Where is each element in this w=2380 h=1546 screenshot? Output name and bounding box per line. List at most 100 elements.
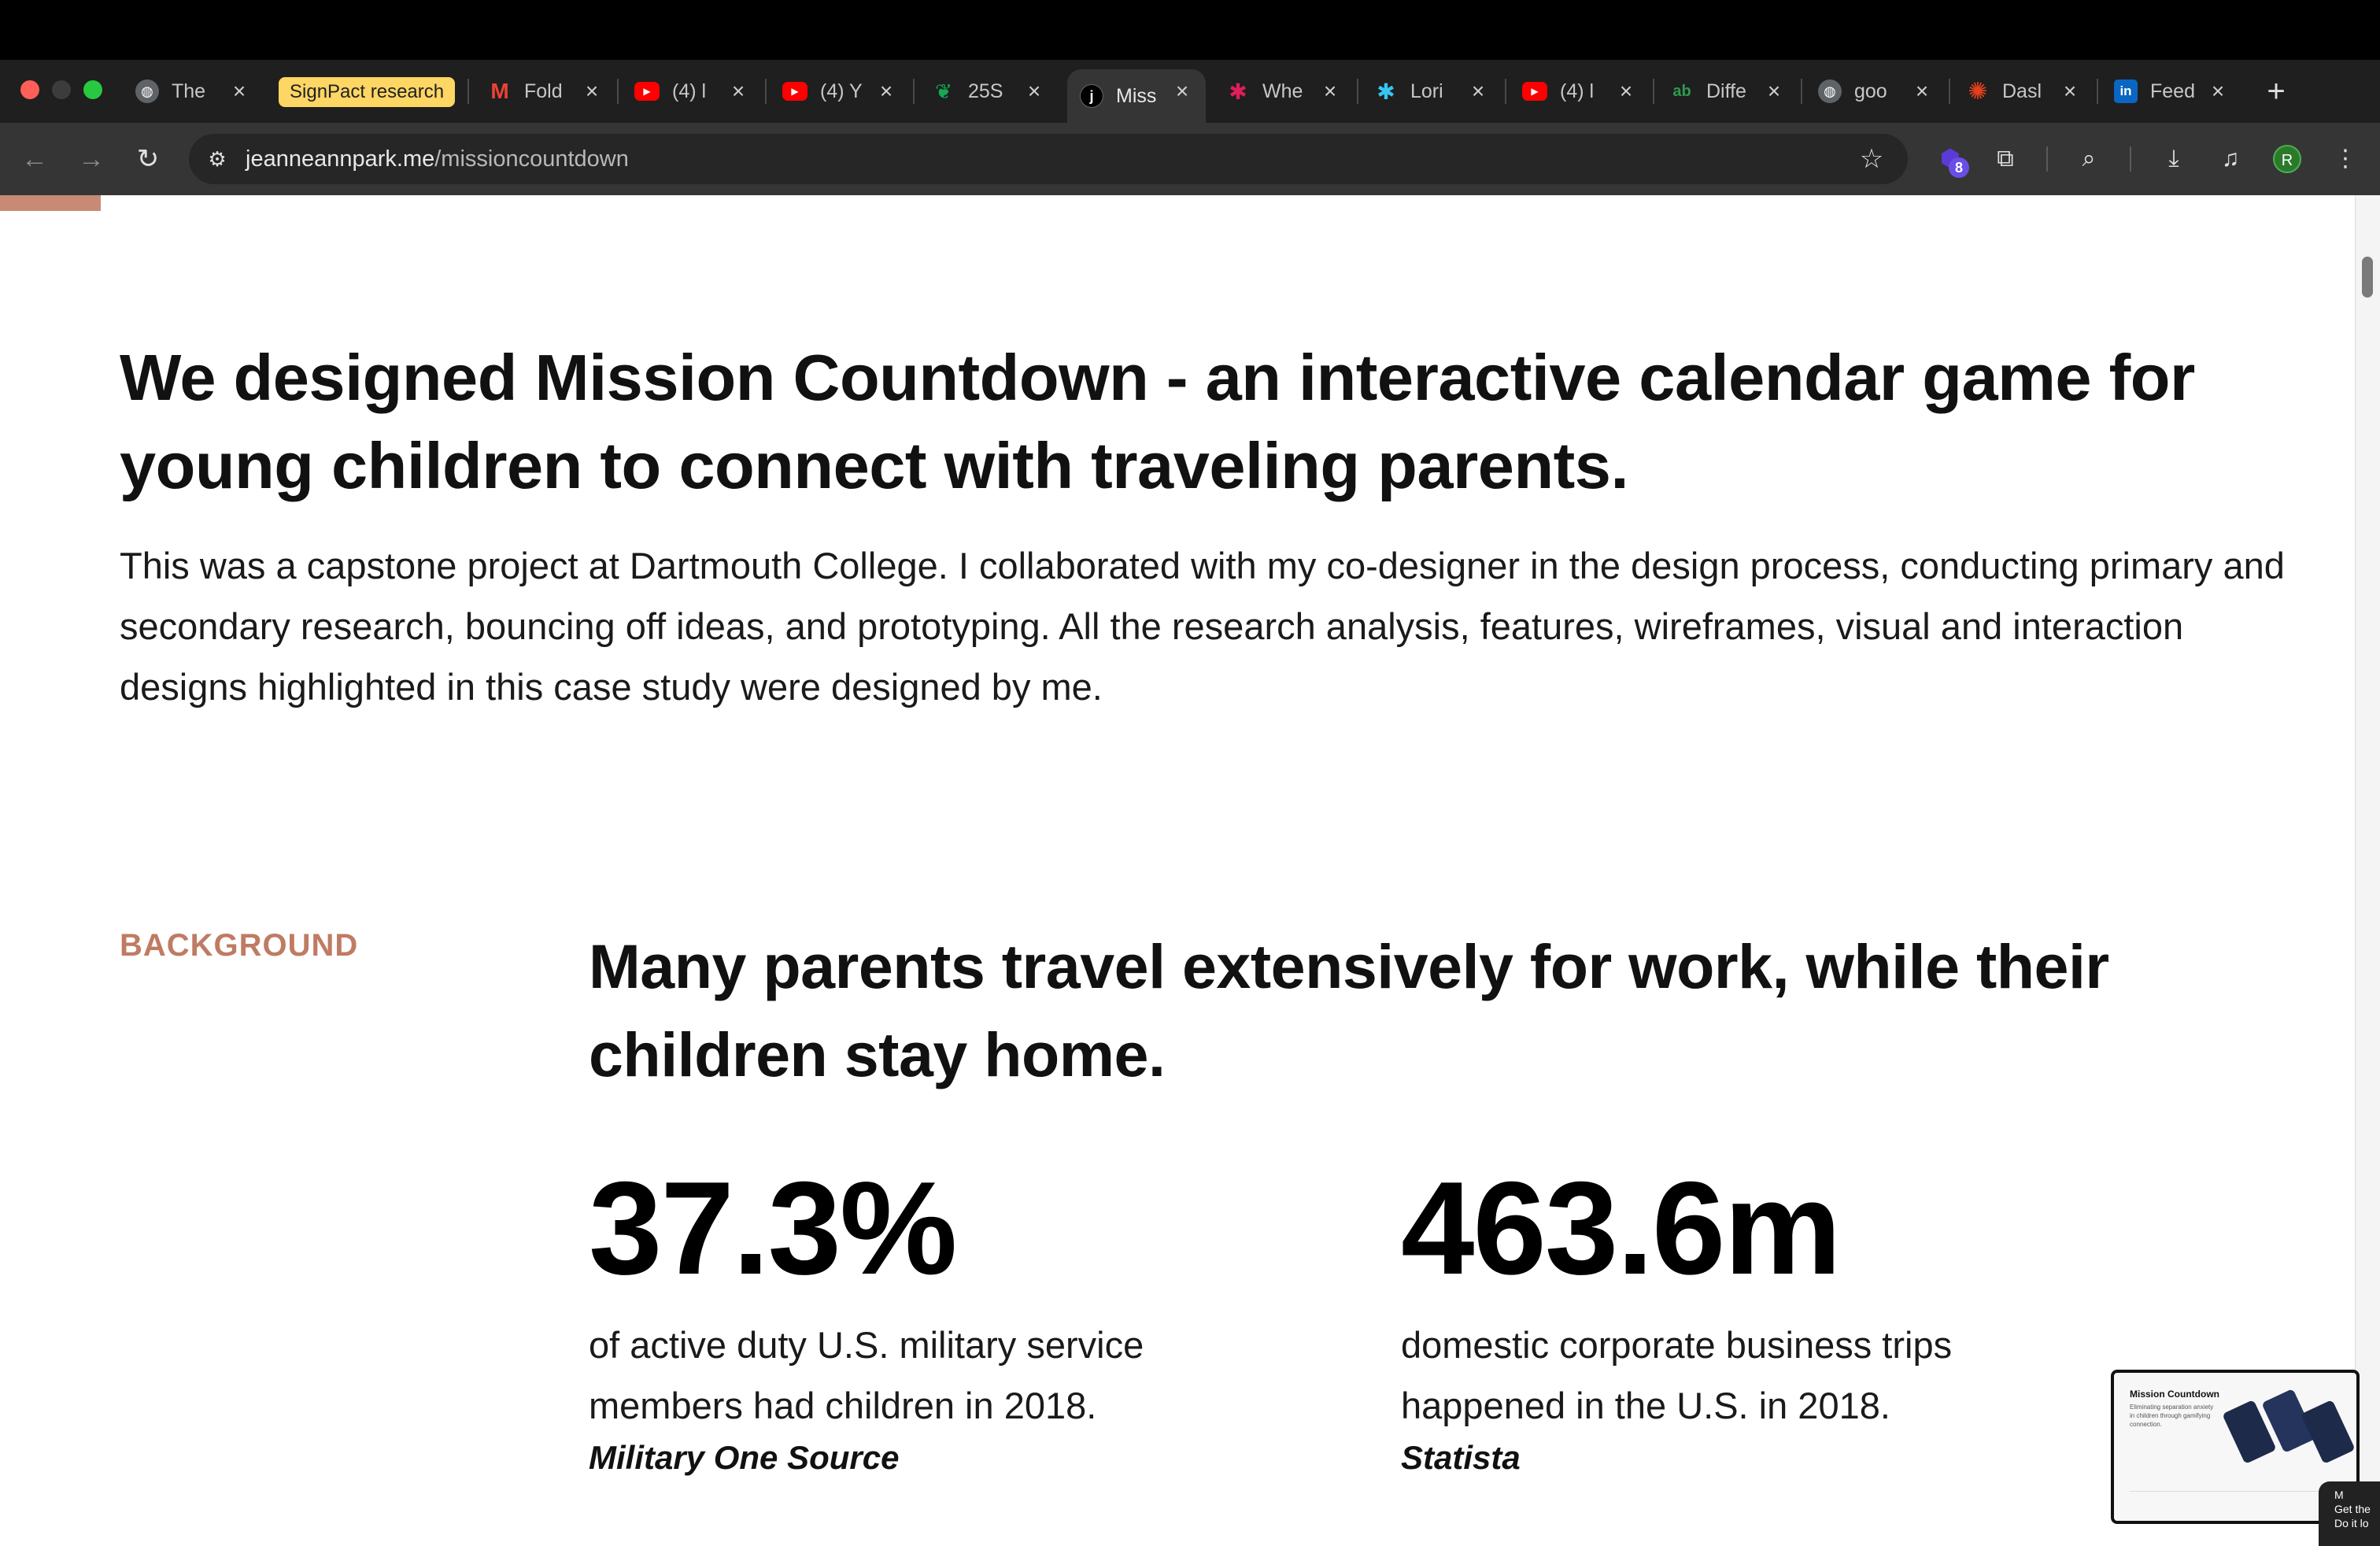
tab-separator bbox=[913, 79, 915, 104]
canvas-icon: ✺ bbox=[1968, 78, 1988, 105]
tab-title: (4) Y bbox=[820, 80, 863, 102]
new-tab-button[interactable]: + bbox=[2259, 74, 2293, 109]
tab[interactable]: ▶ (4) Y × bbox=[782, 69, 899, 113]
close-icon[interactable]: × bbox=[1761, 79, 1787, 104]
close-icon[interactable]: × bbox=[1170, 79, 1195, 104]
tab-separator bbox=[1801, 79, 1802, 104]
mongodb-icon: ❦ bbox=[935, 79, 952, 103]
tab-title: Miss bbox=[1116, 84, 1157, 107]
tab[interactable]: ▶ (4) l × bbox=[1522, 69, 1639, 113]
slack-icon: ✱ bbox=[1377, 79, 1395, 104]
youtube-icon: ▶ bbox=[1522, 82, 1547, 101]
stat-block: 37.3% of active duty U.S. military servi… bbox=[589, 1157, 1297, 1480]
close-icon[interactable]: × bbox=[1613, 79, 1639, 104]
tab-search-icon[interactable]: ⌕ bbox=[2071, 142, 2106, 176]
close-icon[interactable]: × bbox=[874, 79, 899, 104]
tab-title: Whe bbox=[1262, 80, 1303, 102]
url-path: /missioncountdown bbox=[434, 146, 629, 172]
tab[interactable]: ✱ Lori × bbox=[1374, 69, 1491, 113]
tab-separator bbox=[765, 79, 767, 104]
web-page: We designed Mission Countdown - an inter… bbox=[0, 195, 2355, 1546]
close-icon[interactable]: × bbox=[726, 79, 751, 104]
tab-title: Fold bbox=[524, 80, 563, 102]
youtube-icon: ▶ bbox=[782, 82, 808, 101]
tab[interactable]: ◍ goo × bbox=[1818, 69, 1935, 113]
tab[interactable]: ◍ The × bbox=[135, 69, 252, 113]
section-label: BACKGROUND bbox=[120, 928, 359, 963]
tab-separator bbox=[2097, 79, 2098, 104]
pip-subtitle: Eliminating separation anxiety in childr… bbox=[2130, 1404, 2214, 1428]
stat-value: 463.6m bbox=[1401, 1154, 1842, 1302]
stat-value: 37.3% bbox=[589, 1154, 957, 1302]
window-maximize-button[interactable] bbox=[83, 80, 102, 99]
tab-separator bbox=[617, 79, 619, 104]
tab-separator bbox=[1653, 79, 1654, 104]
close-icon[interactable]: × bbox=[1909, 79, 1935, 104]
stat-description: domestic corporate business trips happen… bbox=[1401, 1324, 1953, 1426]
stat-description: of active duty U.S. military service mem… bbox=[589, 1324, 1144, 1426]
tab[interactable]: ✱ Whe × bbox=[1226, 69, 1343, 113]
slack-icon: ✱ bbox=[1229, 79, 1247, 104]
stat-block: 463.6m domestic corporate business trips… bbox=[1401, 1157, 2109, 1480]
url-text[interactable]: jeanneannpark.me/missioncountdown bbox=[246, 145, 629, 173]
menu-kebab-icon[interactable]: ⋮ bbox=[2328, 142, 2363, 176]
toolbar-separator bbox=[2046, 146, 2048, 172]
gmail-icon: M bbox=[490, 79, 509, 103]
page-scrollbar[interactable] bbox=[2355, 195, 2380, 1546]
close-icon[interactable]: × bbox=[227, 79, 252, 104]
toast-line: Do it lo bbox=[2334, 1517, 2369, 1529]
window-close-button[interactable] bbox=[20, 80, 39, 99]
pip-title: Mission Countdown bbox=[2130, 1389, 2219, 1400]
page-headline: We designed Mission Countdown - an inter… bbox=[120, 341, 2195, 502]
close-icon[interactable]: × bbox=[2205, 79, 2230, 104]
url-host: jeanneannpark.me bbox=[246, 146, 435, 172]
diff-icon: ab bbox=[1672, 82, 1691, 100]
linkedin-icon: in bbox=[2114, 80, 2138, 103]
tab-title: Lori bbox=[1410, 80, 1443, 102]
reload-icon[interactable]: ↻ bbox=[129, 140, 167, 178]
tab[interactable]: ab Diffe × bbox=[1670, 69, 1787, 113]
tab-title: Feed bbox=[2150, 80, 2195, 102]
window-minimize-button[interactable] bbox=[52, 80, 71, 99]
tab-title: Diffe bbox=[1706, 80, 1746, 102]
close-icon[interactable]: × bbox=[1022, 79, 1047, 104]
back-arrow-icon[interactable]: ← bbox=[16, 140, 54, 178]
tab-title: (4) l bbox=[1560, 80, 1595, 102]
intro-paragraph: This was a capstone project at Dartmouth… bbox=[120, 545, 2285, 708]
youtube-icon: ▶ bbox=[634, 82, 660, 101]
stat-source: Military One Source bbox=[589, 1439, 900, 1476]
stat-source: Statista bbox=[1401, 1439, 1521, 1476]
tab-separator bbox=[1357, 79, 1358, 104]
site-settings-icon[interactable]: ⚙ bbox=[203, 145, 231, 173]
tab[interactable]: ✺ Dasl × bbox=[1966, 69, 2082, 113]
tab-title: 25S bbox=[968, 80, 1003, 102]
extensions-puzzle-icon[interactable]: ⧉ bbox=[1988, 142, 2023, 176]
tab[interactable]: ▶ (4) l × bbox=[634, 69, 751, 113]
pip-phone-mockup bbox=[2301, 1399, 2356, 1465]
jeanne-site-icon: j bbox=[1080, 84, 1103, 108]
close-icon[interactable]: × bbox=[1465, 79, 1491, 104]
globe-icon: ◍ bbox=[135, 80, 159, 103]
media-controls-icon[interactable]: ♫ bbox=[2213, 142, 2248, 176]
tab-title: Dasl bbox=[2002, 80, 2042, 102]
tab-separator bbox=[468, 79, 469, 104]
tab-separator bbox=[1949, 79, 1950, 104]
tab[interactable]: in Feed × bbox=[2114, 69, 2230, 113]
tab-group-label[interactable]: SignPact research bbox=[279, 77, 456, 107]
close-icon[interactable]: × bbox=[1318, 79, 1343, 104]
pip-info-row bbox=[2130, 1491, 2350, 1515]
scrollbar-thumb[interactable] bbox=[2362, 257, 2373, 298]
toast-line: Get the bbox=[2334, 1503, 2371, 1515]
tab-active[interactable]: j Miss × bbox=[1067, 69, 1206, 123]
tab-title: goo bbox=[1854, 80, 1887, 102]
download-icon[interactable]: ⤓ bbox=[2156, 142, 2191, 176]
bookmark-star-icon[interactable]: ☆ bbox=[1854, 142, 1889, 176]
close-icon[interactable]: × bbox=[2057, 79, 2082, 104]
notification-toast[interactable]: M Get the Do it lo bbox=[2319, 1481, 2380, 1546]
tab[interactable]: M Fold × bbox=[488, 69, 604, 113]
tab[interactable]: ❦ 25S × bbox=[932, 69, 1047, 113]
profile-avatar[interactable]: R bbox=[2273, 145, 2301, 173]
forward-arrow-icon[interactable]: → bbox=[72, 140, 110, 178]
close-icon[interactable]: × bbox=[579, 79, 604, 104]
tab-separator bbox=[1505, 79, 1506, 104]
